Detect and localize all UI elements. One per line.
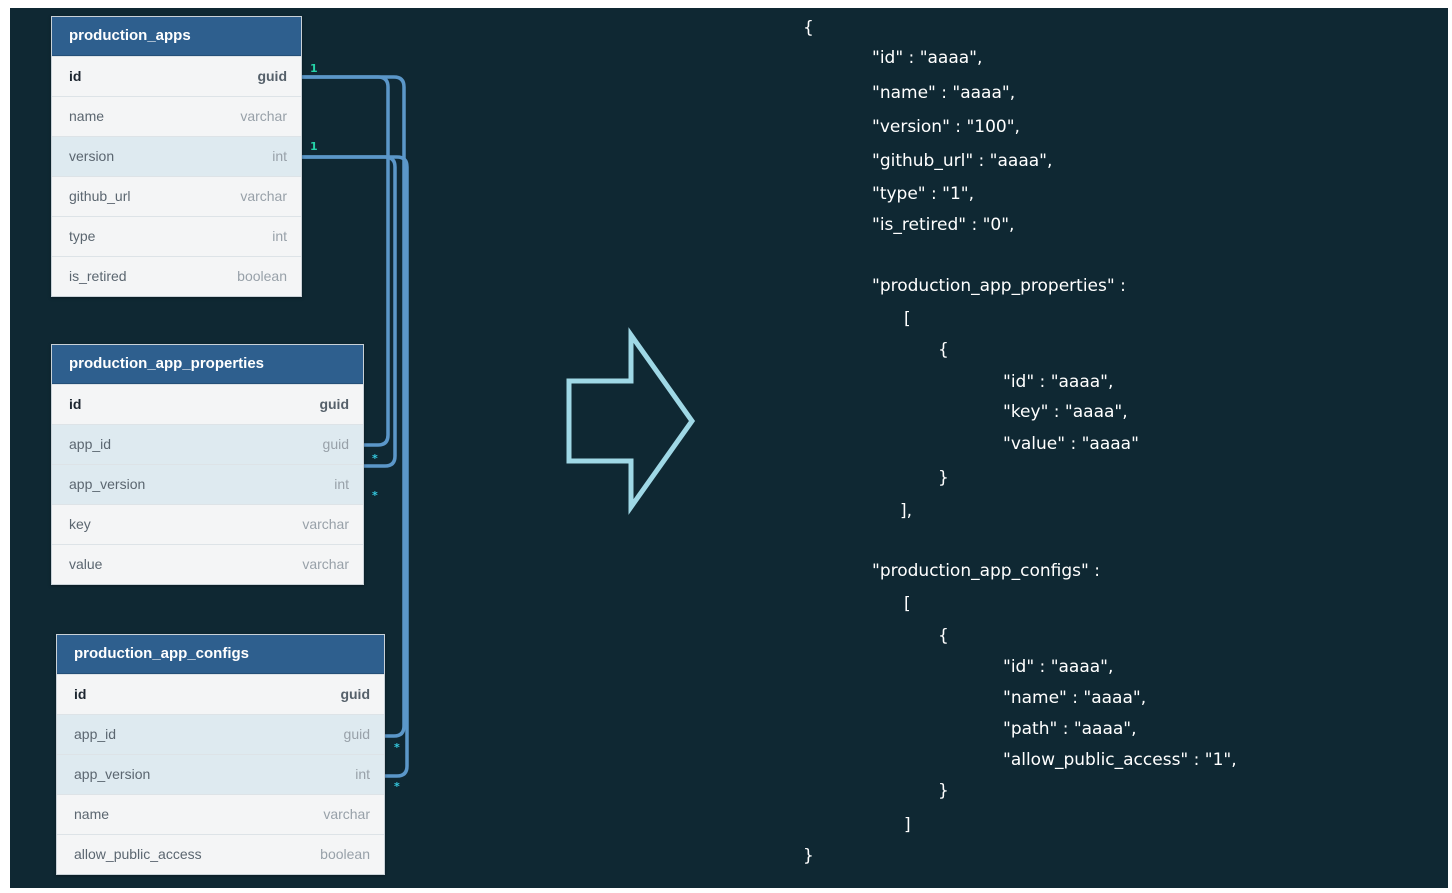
field-row[interactable]: version int [52, 136, 301, 176]
json-line: "id" : "aaaa", [1003, 657, 1114, 677]
json-line: [ [904, 594, 911, 614]
table-production-app-configs[interactable]: production_app_configs id guid app_id guid… [56, 634, 385, 875]
json-line: "github_url" : "aaaa", [872, 151, 1053, 171]
diagram-canvas: 1 1 * * * * production_apps id guid name v… [10, 8, 1448, 888]
field-name: id [74, 686, 87, 702]
field-type: int [355, 766, 370, 782]
field-name: type [69, 228, 96, 244]
field-row[interactable]: allow_public_access boolean [57, 834, 384, 874]
field-name: id [69, 396, 82, 412]
field-type: guid [343, 726, 370, 742]
field-row[interactable]: github_url varchar [52, 176, 301, 216]
json-line: ] [904, 815, 911, 835]
cardinality-one-id: 1 [310, 62, 318, 75]
json-line: "type" : "1", [872, 184, 975, 204]
field-name: name [69, 108, 105, 124]
json-line: ], [900, 501, 913, 521]
table-production-app-properties[interactable]: production_app_properties id guid app_id g… [51, 344, 364, 585]
json-line: [ [904, 309, 911, 329]
field-name: app_id [69, 436, 112, 452]
field-name: app_version [74, 766, 151, 782]
right-arrow-icon [566, 327, 696, 515]
field-type: boolean [320, 846, 370, 862]
field-type: guid [322, 436, 349, 452]
field-type: varchar [240, 108, 287, 124]
field-type: guid [340, 686, 370, 702]
field-row[interactable]: key varchar [52, 504, 363, 544]
field-name: key [69, 516, 91, 532]
json-line: "production_app_properties" : [872, 276, 1126, 296]
field-type: varchar [323, 806, 370, 822]
field-row[interactable]: app_id guid [52, 424, 363, 464]
field-type: int [272, 228, 287, 244]
field-type: boolean [237, 268, 287, 284]
json-line: "name" : "aaaa", [1003, 688, 1147, 708]
field-row[interactable]: app_version int [57, 754, 384, 794]
field-row[interactable]: app_id guid [57, 714, 384, 754]
json-line: "path" : "aaaa", [1003, 719, 1137, 739]
field-name: allow_public_access [74, 846, 202, 862]
field-row[interactable]: name varchar [57, 794, 384, 834]
field-name: app_id [74, 726, 117, 742]
field-name: app_version [69, 476, 146, 492]
table-title: production_apps [52, 17, 301, 56]
field-type: varchar [240, 188, 287, 204]
field-row[interactable]: value varchar [52, 544, 363, 584]
field-row[interactable]: id guid [52, 56, 301, 96]
json-line: } [938, 781, 949, 801]
field-type: guid [257, 68, 287, 84]
field-row[interactable]: id guid [57, 674, 384, 714]
field-row[interactable]: name varchar [52, 96, 301, 136]
json-line: "key" : "aaaa", [1003, 402, 1128, 422]
cardinality-many-properties-app-version: * [372, 489, 378, 502]
cardinality-many-configs-app-version: * [394, 780, 400, 793]
field-type: varchar [302, 556, 349, 572]
json-line: "value" : "aaaa" [1003, 434, 1139, 454]
json-line: } [803, 846, 814, 866]
cardinality-many-configs-app-id: * [394, 741, 400, 754]
json-line: { [938, 626, 949, 646]
json-line: { [938, 340, 949, 360]
cardinality-one-version: 1 [310, 140, 318, 153]
field-name: id [69, 68, 82, 84]
field-row[interactable]: app_version int [52, 464, 363, 504]
json-line: "production_app_configs" : [872, 561, 1100, 581]
field-type: int [272, 148, 287, 164]
field-name: github_url [69, 188, 131, 204]
json-line: "id" : "aaaa", [1003, 372, 1114, 392]
json-line: "id" : "aaaa", [872, 48, 983, 68]
field-name: value [69, 556, 103, 572]
table-production-apps[interactable]: production_apps id guid name varchar versi… [51, 16, 302, 297]
field-row[interactable]: type int [52, 216, 301, 256]
json-line: "allow_public_access" : "1", [1003, 750, 1237, 770]
json-line: "is_retired" : "0", [872, 215, 1015, 235]
table-title: production_app_properties [52, 345, 363, 384]
json-line: "version" : "100", [872, 117, 1020, 137]
json-line: } [938, 468, 949, 488]
field-row[interactable]: is_retired boolean [52, 256, 301, 296]
field-name: version [69, 148, 115, 164]
field-type: int [334, 476, 349, 492]
json-line: { [803, 18, 814, 38]
field-name: is_retired [69, 268, 127, 284]
cardinality-many-properties-app-id: * [372, 452, 378, 465]
json-line: "name" : "aaaa", [872, 83, 1016, 103]
field-row[interactable]: id guid [52, 384, 363, 424]
field-type: varchar [302, 516, 349, 532]
table-title: production_app_configs [57, 635, 384, 674]
field-type: guid [319, 396, 349, 412]
field-name: name [74, 806, 110, 822]
